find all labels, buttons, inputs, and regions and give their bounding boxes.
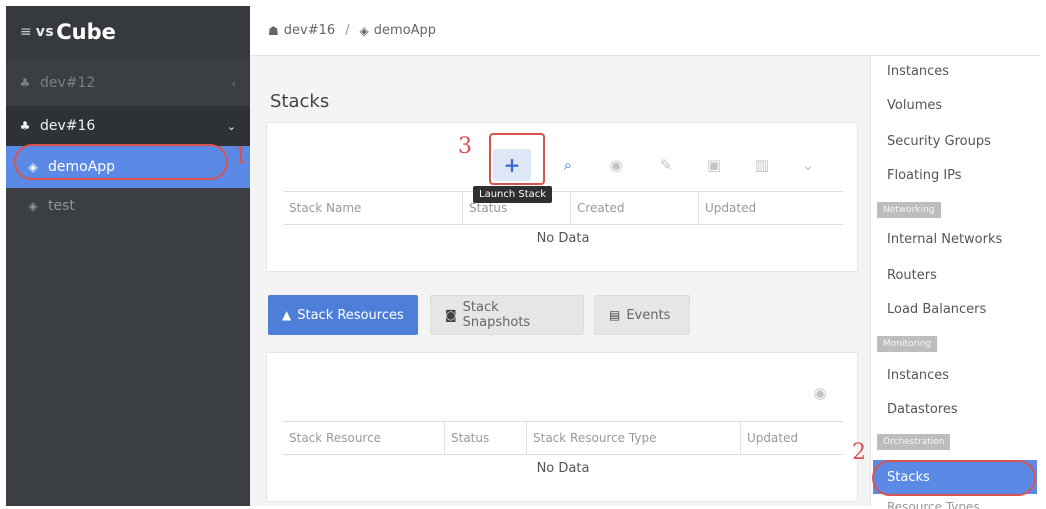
annotation-oval-demoapp <box>14 144 228 180</box>
chevron-down-icon[interactable]: ⌄ <box>789 149 827 181</box>
cube-icon: ◈ <box>28 199 38 213</box>
users-icon: ♣ <box>19 119 31 133</box>
column-header[interactable]: Status <box>445 422 527 454</box>
empty-state: No Data <box>536 461 590 476</box>
flask-icon: ▲ <box>282 308 292 322</box>
right-menu: Instances Volumes Security Groups Floati… <box>870 56 1040 509</box>
sidebar-item-label: dev#16 <box>40 118 96 134</box>
chevron-left-icon: ‹ <box>231 76 236 90</box>
sidebar-item-label: dev#12 <box>40 75 96 91</box>
page-title: Stacks <box>270 91 330 112</box>
launch-stack-button[interactable]: + <box>493 149 531 181</box>
tab-label: Events <box>626 307 671 323</box>
resource-table-header: Stack Resource Status Stack Resource Typ… <box>283 421 843 455</box>
annotation-number-2: 2 <box>852 440 866 465</box>
cube-icon: ◈ <box>359 23 369 38</box>
main-content: Stacks + ⌕ ◉ ✎ ▣ ▥ ⌄ Stack Name Status C… <box>250 56 870 506</box>
sidebar-item-test[interactable]: ◈ test <box>6 188 250 224</box>
launch-stack-tooltip: Launch Stack <box>473 186 553 203</box>
empty-state: No Data <box>536 231 590 246</box>
menu-icon[interactable]: ≡ <box>20 24 32 40</box>
breadcrumb: ☗ dev#16 / ◈ demoApp <box>250 6 1040 56</box>
stack-table-header: Stack Name Status Created Updated <box>283 191 843 225</box>
sidebar: ≡ vs Cube ♣ dev#12 ‹ ♣ dev#16 ⌄ ◈ demoAp… <box>6 6 250 506</box>
edit-icon[interactable]: ✎ <box>647 149 685 181</box>
menu-header-networking: Networking <box>877 202 941 218</box>
menu-item-datastores[interactable]: Datastores <box>887 402 958 417</box>
tab-stack-snapshots[interactable]: ◙ Stack Snapshots <box>430 295 584 335</box>
annotation-number-3: 3 <box>458 134 472 159</box>
menu-item-monitoring-instances[interactable]: Instances <box>887 368 949 383</box>
column-header[interactable]: Stack Name <box>283 192 463 224</box>
brand-prefix: vs <box>35 24 55 40</box>
tab-label: Stack Resources <box>297 307 404 323</box>
column-header[interactable]: Updated <box>699 192 843 224</box>
menu-item-routers[interactable]: Routers <box>887 268 937 283</box>
column-header[interactable]: Stack Resource Type <box>527 422 741 454</box>
menu-header-monitoring: Monitoring <box>877 336 938 352</box>
eye-icon[interactable]: ◉ <box>597 149 635 181</box>
column-header[interactable]: Stack Resource <box>283 422 445 454</box>
users-icon: ♣ <box>19 76 31 90</box>
breadcrumb-project[interactable]: dev#16 <box>284 23 335 38</box>
menu-item-floating-ips[interactable]: Floating IPs <box>887 168 962 183</box>
tab-label: Stack Snapshots <box>462 300 531 330</box>
breadcrumb-separator: / <box>345 23 350 38</box>
search-icon[interactable]: ⌕ <box>549 149 587 181</box>
sidebar-item-dev12[interactable]: ♣ dev#12 ‹ <box>6 66 250 100</box>
menu-item-instances[interactable]: Instances <box>887 64 949 79</box>
chevron-down-icon: ⌄ <box>226 119 236 133</box>
brand-name: Cube <box>56 20 116 44</box>
annotation-oval-stacks <box>872 460 1036 496</box>
annotation-number-1: 1 <box>234 144 248 169</box>
stack-card: + ⌕ ◉ ✎ ▣ ▥ ⌄ Stack Name Status Created … <box>266 122 858 272</box>
menu-item-internal-networks[interactable]: Internal Networks <box>887 232 1002 247</box>
tab-events[interactable]: ▤ Events <box>594 295 690 335</box>
tab-stack-resources[interactable]: ▲ Stack Resources <box>268 295 418 335</box>
column-header[interactable]: Created <box>571 192 699 224</box>
camera-icon[interactable]: ▣ <box>695 149 733 181</box>
menu-item-resource-types[interactable]: Resource Types <box>887 500 980 509</box>
users-icon: ☗ <box>268 23 279 38</box>
breadcrumb-app[interactable]: demoApp <box>374 23 436 38</box>
sidebar-item-label: test <box>48 198 75 214</box>
trash-icon[interactable]: ▥ <box>743 149 781 181</box>
camera-icon: ◙ <box>445 308 457 322</box>
eye-icon[interactable]: ◉ <box>801 377 839 409</box>
brand-logo[interactable]: ≡ vs Cube <box>6 6 250 58</box>
resource-card: ◉ Stack Resource Status Stack Resource T… <box>266 352 858 502</box>
calendar-icon: ▤ <box>609 308 621 322</box>
sidebar-item-dev16[interactable]: ♣ dev#16 ⌄ <box>6 106 250 146</box>
menu-header-orchestration: Orchestration <box>877 434 951 450</box>
column-header[interactable]: Updated <box>741 422 843 454</box>
menu-item-load-balancers[interactable]: Load Balancers <box>887 302 986 317</box>
menu-item-volumes[interactable]: Volumes <box>887 98 942 113</box>
menu-item-security-groups[interactable]: Security Groups <box>887 134 991 149</box>
